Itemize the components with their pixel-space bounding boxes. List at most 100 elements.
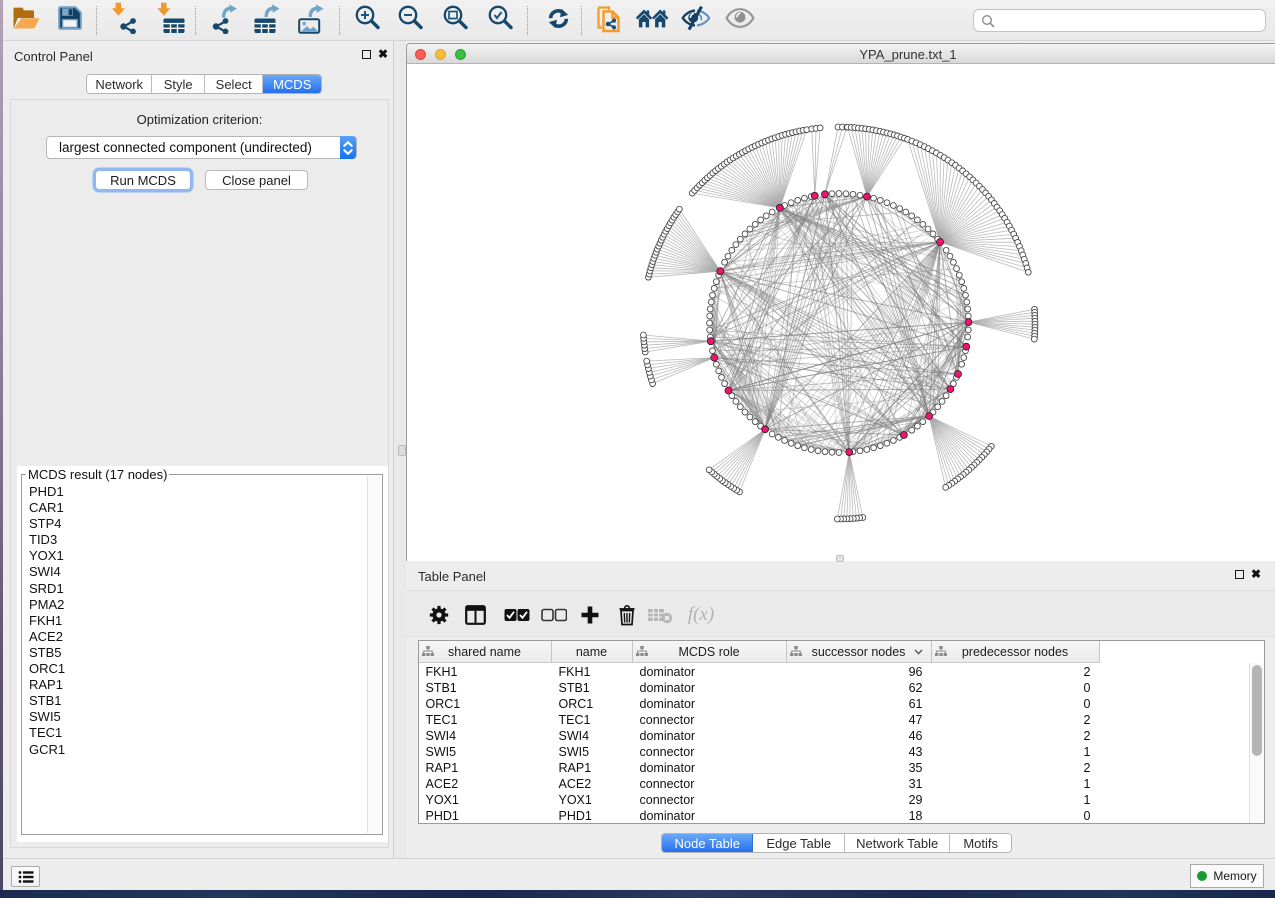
zoom-out-button[interactable] xyxy=(393,4,427,37)
window-zoom-button[interactable] xyxy=(455,49,466,60)
memory-button[interactable]: Memory xyxy=(1190,864,1264,888)
table-cell: connector xyxy=(633,792,787,808)
window-close-button[interactable] xyxy=(415,49,426,60)
mcds-result-item[interactable]: SWI4 xyxy=(23,564,367,580)
apply-layout-button[interactable] xyxy=(541,4,575,37)
network-view[interactable] xyxy=(407,65,1275,561)
table-scrollbar-thumb[interactable] xyxy=(1252,665,1262,756)
search-input[interactable] xyxy=(995,10,1265,31)
tab-style[interactable]: Style xyxy=(152,75,205,93)
column-header-shared-name[interactable]: shared name xyxy=(419,641,552,662)
run-mcds-button[interactable]: Run MCDS xyxy=(95,170,191,190)
mcds-result-item[interactable]: TID3 xyxy=(23,532,367,548)
toolbar-separator xyxy=(581,6,582,35)
table-cell: PHD1 xyxy=(552,808,633,823)
table-row[interactable]: ACE2ACE2connector311 xyxy=(419,776,1262,792)
column-header-predecessor-nodes[interactable]: predecessor nodes xyxy=(932,641,1100,662)
tab-motifs[interactable]: Motifs xyxy=(950,834,1011,852)
mcds-result-scrollbar[interactable] xyxy=(367,476,381,833)
table-row[interactable]: TEC1TEC1connector472 xyxy=(419,712,1262,728)
float-table-panel-icon[interactable] xyxy=(1235,570,1244,579)
export-table-button[interactable] xyxy=(251,4,285,37)
first-neighbors-button[interactable] xyxy=(592,4,626,37)
table-settings-button[interactable] xyxy=(424,601,454,628)
eye-slash-icon xyxy=(681,5,711,36)
search-field[interactable] xyxy=(973,9,1266,32)
hide-selected-button[interactable] xyxy=(679,4,713,37)
optimization-criterion-select[interactable]: largest connected component (undirected) xyxy=(46,136,357,159)
task-history-button[interactable] xyxy=(11,866,40,887)
vertical-splitter[interactable] xyxy=(393,41,406,858)
show-column-button[interactable] xyxy=(460,601,490,628)
horizontal-splitter-grip[interactable] xyxy=(836,555,844,562)
save-session-button[interactable] xyxy=(53,4,87,37)
splitter-grip[interactable] xyxy=(398,445,406,456)
mcds-result-item[interactable]: STP4 xyxy=(23,516,367,532)
houses-button[interactable] xyxy=(635,4,669,37)
mcds-result-item[interactable]: STB5 xyxy=(23,645,367,661)
delete-table-button[interactable] xyxy=(645,601,675,628)
memory-label: Memory xyxy=(1213,869,1256,883)
import-table-button[interactable] xyxy=(153,4,187,37)
float-panel-icon[interactable] xyxy=(362,50,371,59)
table-row[interactable]: FKH1FKH1dominator962 xyxy=(419,664,1262,680)
mcds-result-item[interactable]: ORC1 xyxy=(23,661,367,677)
mcds-result-item[interactable]: STB1 xyxy=(23,693,367,709)
tab-edge-table[interactable]: Edge Table xyxy=(753,834,844,852)
import-network-button[interactable] xyxy=(108,4,142,37)
save-icon xyxy=(58,6,82,35)
table-row[interactable]: ORC1ORC1dominator610 xyxy=(419,696,1262,712)
tab-mcds[interactable]: MCDS xyxy=(263,75,321,93)
open-file-button[interactable] xyxy=(9,4,43,37)
select-all-button[interactable] xyxy=(502,601,532,628)
table-row[interactable]: SWI5SWI5connector431 xyxy=(419,744,1262,760)
mcds-result-item[interactable]: CAR1 xyxy=(23,500,367,516)
show-all-button[interactable] xyxy=(723,4,757,37)
function-builder-button[interactable]: f(x) xyxy=(686,601,716,628)
mcds-result-item[interactable]: YOX1 xyxy=(23,548,367,564)
network-window-titlebar[interactable]: YPA_prune.txt_1 xyxy=(407,44,1275,64)
mcds-result-item[interactable]: SRD1 xyxy=(23,581,367,597)
zoom-selected-button[interactable] xyxy=(483,4,517,37)
close-panel-icon[interactable]: ✖ xyxy=(378,50,388,59)
mcds-result-list[interactable]: PHD1CAR1STP4TID3YOX1SWI4SRD1PMA2FKH1ACE2… xyxy=(23,484,367,833)
mcds-result-item[interactable]: TEC1 xyxy=(23,725,367,741)
table-scrollbar[interactable] xyxy=(1249,663,1264,823)
close-table-panel-icon[interactable]: ✖ xyxy=(1251,570,1261,579)
mcds-result-item[interactable]: RAP1 xyxy=(23,677,367,693)
table-cell: 2 xyxy=(932,664,1100,680)
column-header-successor-nodes[interactable]: successor nodes xyxy=(787,641,932,662)
export-network-button[interactable] xyxy=(207,4,241,37)
column-header-MCDS-role[interactable]: MCDS role xyxy=(633,641,787,662)
tab-network[interactable]: Network xyxy=(87,75,152,93)
control-panel-tabs: Network Style Select MCDS xyxy=(86,74,322,94)
network-graph xyxy=(407,65,1274,561)
table-cell: RAP1 xyxy=(552,760,633,776)
mcds-result-item[interactable]: PHD1 xyxy=(23,484,367,500)
zoom-in-button[interactable] xyxy=(350,4,384,37)
tab-node-table[interactable]: Node Table xyxy=(662,834,753,852)
tab-select[interactable]: Select xyxy=(205,75,264,93)
table-row[interactable]: STB1STB1dominator620 xyxy=(419,680,1262,696)
table-cell: 35 xyxy=(787,760,932,776)
close-panel-button[interactable]: Close panel xyxy=(205,170,308,190)
zoom-fit-button[interactable] xyxy=(438,4,472,37)
column-header-name[interactable]: name xyxy=(552,641,633,662)
mcds-result-item[interactable]: SWI5 xyxy=(23,709,367,725)
deselect-all-button[interactable] xyxy=(539,601,569,628)
mcds-result-item[interactable]: GCR1 xyxy=(23,742,367,758)
window-minimize-button[interactable] xyxy=(435,49,446,60)
mcds-result-item[interactable]: ACE2 xyxy=(23,629,367,645)
table-row[interactable]: YOX1YOX1connector291 xyxy=(419,792,1262,808)
toolbar-separator xyxy=(339,6,340,35)
table-row[interactable]: SWI4SWI4dominator462 xyxy=(419,728,1262,744)
mcds-result-item[interactable]: PMA2 xyxy=(23,597,367,613)
mcds-result-item[interactable]: FKH1 xyxy=(23,613,367,629)
export-image-button[interactable] xyxy=(295,4,329,37)
table-row[interactable]: RAP1RAP1dominator352 xyxy=(419,760,1262,776)
delete-button[interactable] xyxy=(612,601,642,628)
add-button[interactable] xyxy=(575,601,605,628)
table-row[interactable]: PHD1PHD1dominator180 xyxy=(419,808,1262,823)
gear-icon xyxy=(428,604,450,626)
tab-network-table[interactable]: Network Table xyxy=(845,834,950,852)
